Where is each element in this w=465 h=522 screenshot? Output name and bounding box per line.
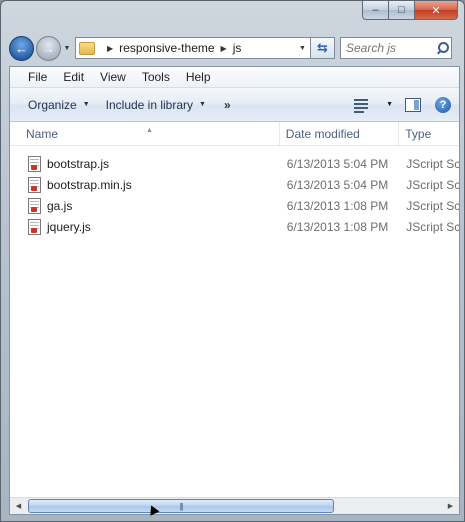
chevron-down-icon: ▼ xyxy=(82,101,90,108)
navigation-bar: ← → ▼ ▶ responsive-theme ▶ js ▼ ⇆ xyxy=(9,34,458,62)
organize-button[interactable]: Organize ▼ xyxy=(20,93,98,117)
close-button[interactable]: ✕ xyxy=(415,1,458,20)
menu-edit[interactable]: Edit xyxy=(55,68,92,87)
file-name: ga.js xyxy=(47,198,73,213)
chevron-right-icon[interactable]: ▶ xyxy=(221,44,227,53)
file-date: 6/13/2013 1:08 PM xyxy=(286,198,389,213)
back-button[interactable]: ← xyxy=(9,35,34,61)
recent-pages-dropdown[interactable]: ▼ xyxy=(61,45,73,52)
file-name: jquery.js xyxy=(47,219,91,234)
search-icon[interactable] xyxy=(434,40,450,56)
scroll-left-button[interactable]: ◀ xyxy=(10,498,27,514)
caption-buttons: – □ ✕ xyxy=(362,1,458,20)
folder-icon xyxy=(79,41,95,55)
file-row[interactable]: jquery.js 6/13/2013 1:08 PM JScript Scri… xyxy=(10,216,459,237)
organize-label: Organize xyxy=(28,97,77,112)
horizontal-scrollbar[interactable]: ◀ ||| ▶ xyxy=(10,497,459,516)
chevron-right-icon[interactable]: ▶ xyxy=(107,44,113,53)
forward-button[interactable]: → xyxy=(36,35,61,61)
more-commands-button[interactable]: » xyxy=(214,98,241,112)
menu-view[interactable]: View xyxy=(92,68,134,87)
toolbar-right: ▼ ? xyxy=(354,96,459,113)
search-box[interactable] xyxy=(340,37,452,59)
address-dropdown[interactable]: ▼ xyxy=(295,38,310,58)
refresh-icon: ⇆ xyxy=(317,40,328,55)
file-type: JScript Script File xyxy=(406,219,459,234)
breadcrumb-responsive-theme[interactable]: responsive-theme xyxy=(119,41,214,55)
preview-pane-icon[interactable] xyxy=(405,97,421,112)
grip-icon: ||| xyxy=(179,501,183,511)
column-type-label: Type xyxy=(405,127,432,141)
include-in-library-label: Include in library xyxy=(105,97,194,112)
scroll-thumb[interactable]: ||| xyxy=(28,499,334,513)
file-name: bootstrap.js xyxy=(47,156,110,171)
minimize-button[interactable]: – xyxy=(362,1,389,20)
refresh-button[interactable]: ⇆ xyxy=(311,37,335,59)
column-header-date[interactable]: Date modified xyxy=(280,122,400,146)
address-bar[interactable]: ▶ responsive-theme ▶ js ▼ xyxy=(75,37,311,59)
menu-tools[interactable]: Tools xyxy=(134,68,178,87)
breadcrumb-js[interactable]: js xyxy=(233,41,242,55)
jscript-file-icon xyxy=(28,218,41,235)
column-date-label: Date modified xyxy=(285,127,360,141)
explorer-window: – □ ✕ ← → ▼ ▶ responsive-theme ▶ js ▼ ⇆ xyxy=(0,0,465,522)
file-row[interactable]: bootstrap.js 6/13/2013 5:04 PM JScript S… xyxy=(10,153,459,174)
jscript-file-icon xyxy=(28,197,41,214)
file-list: bootstrap.js 6/13/2013 5:04 PM JScript S… xyxy=(10,146,459,237)
file-row[interactable]: ga.js 6/13/2013 1:08 PM JScript Script F… xyxy=(10,195,459,216)
back-arrow-icon: ← xyxy=(15,40,28,56)
menu-bar: File Edit View Tools Help xyxy=(10,67,459,88)
include-in-library-button[interactable]: Include in library ▼ xyxy=(98,93,214,117)
search-input[interactable] xyxy=(346,41,434,55)
file-type: JScript Script File xyxy=(406,156,459,171)
file-type: JScript Script File xyxy=(406,198,459,213)
jscript-file-icon xyxy=(28,176,41,193)
view-options-icon[interactable] xyxy=(354,98,372,113)
menu-file[interactable]: File xyxy=(20,68,55,87)
file-date: 6/13/2013 5:04 PM xyxy=(286,177,389,192)
view-options-dropdown[interactable]: ▼ xyxy=(386,101,393,108)
column-name-label: Name xyxy=(26,127,59,141)
forward-arrow-icon: → xyxy=(42,40,55,56)
scroll-track[interactable]: ||| xyxy=(27,498,442,514)
column-header-type[interactable]: Type xyxy=(399,122,459,146)
column-header-name[interactable]: ▲ Name xyxy=(10,122,280,146)
file-type: JScript Script File xyxy=(406,177,459,192)
menu-help[interactable]: Help xyxy=(178,68,219,87)
title-bar: – □ ✕ xyxy=(1,1,465,27)
file-date: 6/13/2013 1:08 PM xyxy=(286,219,389,234)
sort-ascending-icon: ▲ xyxy=(146,127,153,134)
jscript-file-icon xyxy=(28,155,41,172)
file-row[interactable]: bootstrap.min.js 6/13/2013 5:04 PM JScri… xyxy=(10,174,459,195)
content-pane: File Edit View Tools Help Organize ▼ Inc… xyxy=(9,66,460,516)
chevron-down-icon: ▼ xyxy=(199,101,206,108)
scroll-right-button[interactable]: ▶ xyxy=(442,498,459,514)
command-bar: Organize ▼ Include in library ▼ » ▼ ? xyxy=(10,88,459,122)
file-date: 6/13/2013 5:04 PM xyxy=(286,156,389,171)
file-name: bootstrap.min.js xyxy=(47,177,132,192)
maximize-button[interactable]: □ xyxy=(389,1,415,20)
help-icon[interactable]: ? xyxy=(435,96,451,113)
column-header-row: ▲ Name Date modified Type xyxy=(10,122,459,146)
